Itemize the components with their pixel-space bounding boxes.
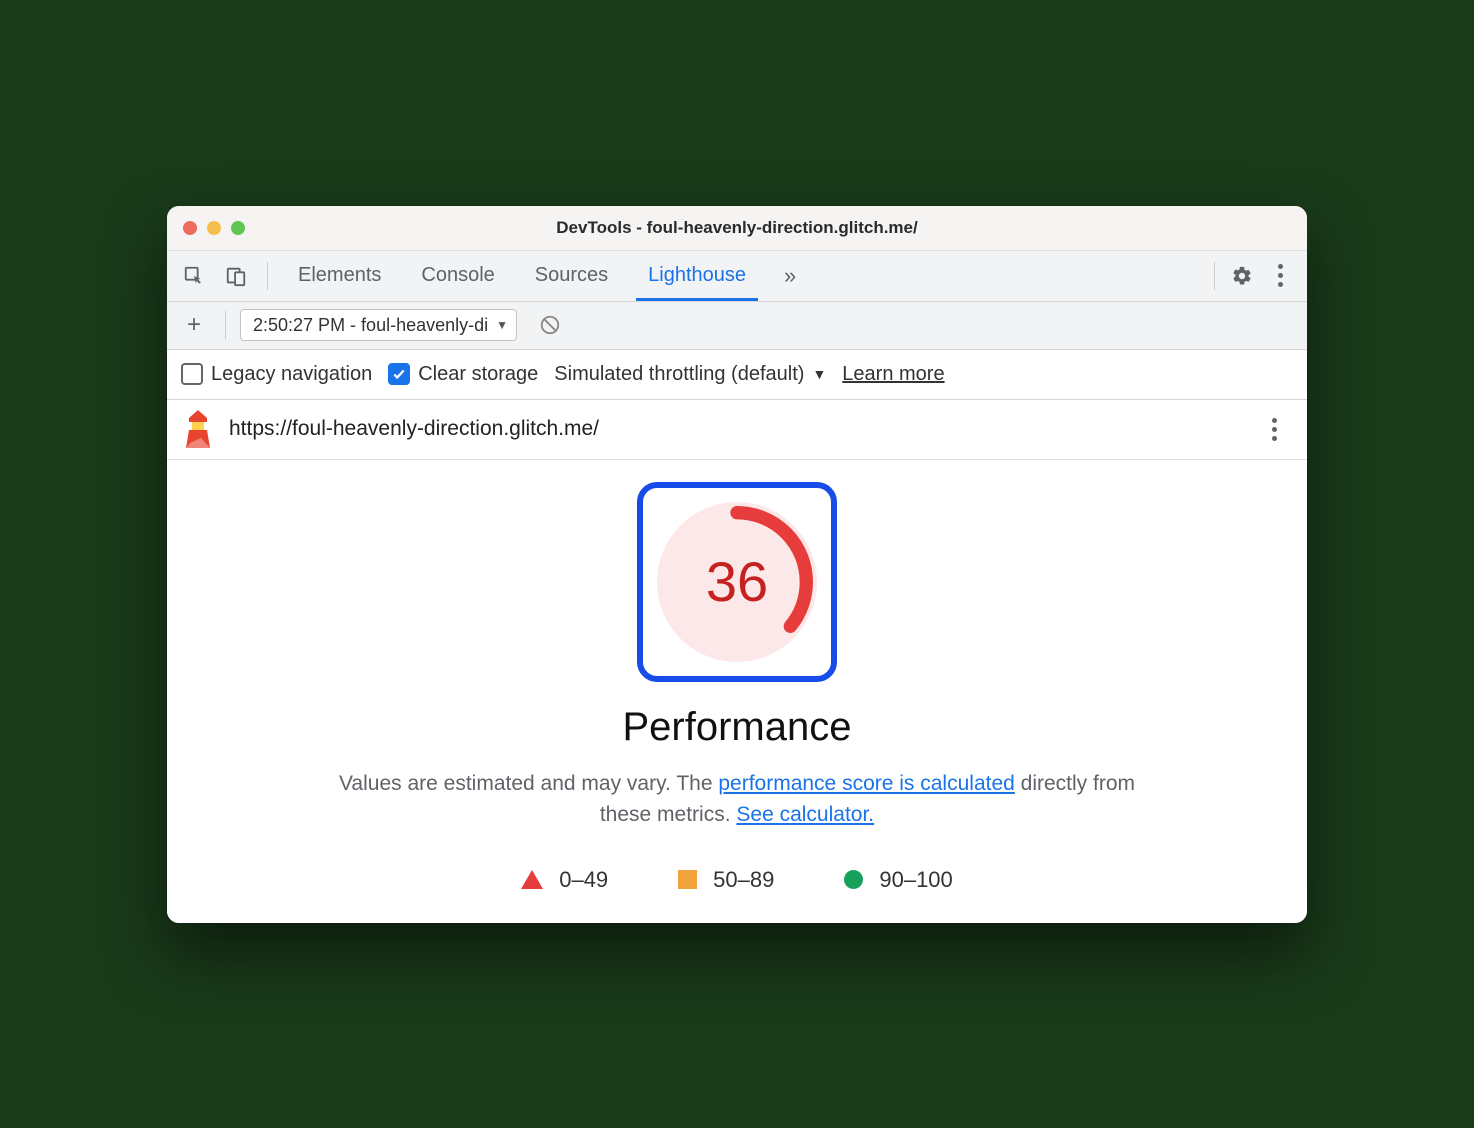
clear-storage-option[interactable]: Clear storage — [388, 363, 538, 386]
toolbar-divider — [225, 311, 226, 339]
zoom-window-button[interactable] — [231, 221, 245, 235]
performance-description: Values are estimated and may vary. The p… — [327, 768, 1147, 831]
tab-sources[interactable]: Sources — [517, 251, 626, 301]
report-url: https://foul-heavenly-direction.glitch.m… — [229, 417, 1241, 441]
tabs-overflow-button[interactable]: » — [768, 263, 812, 289]
score-legend: 0–49 50–89 90–100 — [187, 867, 1287, 893]
settings-icon[interactable] — [1223, 257, 1261, 295]
tabs-left-group: Elements Console Sources Lighthouse » — [175, 251, 812, 301]
circle-icon — [844, 870, 863, 889]
learn-more-link[interactable]: Learn more — [842, 363, 944, 386]
devtools-window: DevTools - foul-heavenly-direction.glitc… — [167, 206, 1307, 923]
legend-pass: 90–100 — [844, 867, 952, 893]
legacy-navigation-label: Legacy navigation — [211, 363, 372, 386]
tabs-divider — [267, 262, 268, 290]
triangle-icon — [521, 870, 543, 889]
window-controls — [183, 221, 245, 235]
titlebar: DevTools - foul-heavenly-direction.glitc… — [167, 206, 1307, 250]
performance-score-gauge[interactable]: 36 — [657, 502, 817, 662]
tabs-right-group — [1206, 251, 1299, 301]
report-body: 36 Performance Values are estimated and … — [167, 460, 1307, 923]
lighthouse-options: Legacy navigation Clear storage Simulate… — [167, 350, 1307, 400]
report-menu-button[interactable] — [1255, 410, 1293, 448]
clear-report-icon[interactable] — [531, 306, 569, 344]
legend-average: 50–89 — [678, 867, 774, 893]
clear-storage-label: Clear storage — [418, 363, 538, 386]
legend-fail-range: 0–49 — [559, 867, 608, 893]
tab-console[interactable]: Console — [403, 251, 512, 301]
legend-fail: 0–49 — [521, 867, 608, 893]
chevron-down-icon: ▼ — [496, 318, 508, 332]
inspect-element-icon[interactable] — [175, 257, 213, 295]
see-calculator-link[interactable]: See calculator. — [736, 803, 874, 826]
score-highlight-box: 36 — [637, 482, 837, 682]
legacy-navigation-option[interactable]: Legacy navigation — [181, 363, 372, 386]
throttling-select[interactable]: Simulated throttling (default) ▼ — [554, 363, 826, 386]
new-report-button[interactable]: + — [177, 308, 211, 342]
close-window-button[interactable] — [183, 221, 197, 235]
minimize-window-button[interactable] — [207, 221, 221, 235]
desc-text-1: Values are estimated and may vary. The — [339, 772, 718, 795]
legend-average-range: 50–89 — [713, 867, 774, 893]
square-icon — [678, 870, 697, 889]
lighthouse-toolbar: + 2:50:27 PM - foul-heavenly-di ▼ — [167, 302, 1307, 350]
tabs-divider-right — [1214, 262, 1215, 290]
tab-lighthouse[interactable]: Lighthouse — [630, 251, 764, 301]
report-header: https://foul-heavenly-direction.glitch.m… — [167, 400, 1307, 460]
score-calc-link[interactable]: performance score is calculated — [718, 772, 1014, 795]
window-title: DevTools - foul-heavenly-direction.glitc… — [167, 218, 1307, 238]
more-menu-icon[interactable] — [1261, 257, 1299, 295]
legend-pass-range: 90–100 — [879, 867, 952, 893]
legacy-navigation-checkbox[interactable] — [181, 363, 203, 385]
clear-storage-checkbox[interactable] — [388, 363, 410, 385]
report-selector[interactable]: 2:50:27 PM - foul-heavenly-di ▼ — [240, 309, 517, 341]
tab-elements[interactable]: Elements — [280, 251, 399, 301]
performance-score-value: 36 — [657, 502, 817, 662]
performance-title: Performance — [187, 705, 1287, 750]
throttling-label: Simulated throttling (default) — [554, 363, 804, 386]
device-toolbar-icon[interactable] — [217, 257, 255, 295]
lighthouse-logo-icon — [181, 409, 215, 449]
chevron-down-icon: ▼ — [812, 366, 826, 382]
devtools-tabs: Elements Console Sources Lighthouse » — [167, 250, 1307, 302]
report-selector-label: 2:50:27 PM - foul-heavenly-di — [253, 315, 488, 336]
